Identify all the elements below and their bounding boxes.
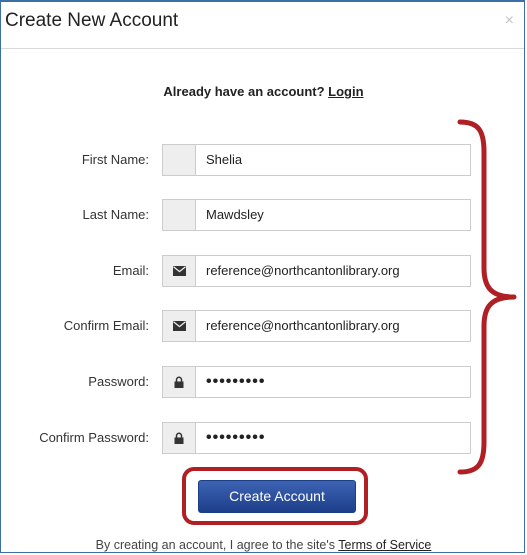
last-name-row: Last Name: Mawdsley	[1, 199, 526, 231]
login-prompt-text: Already have an account?	[163, 84, 325, 99]
dialog-header: Create New Account ×	[1, 2, 524, 49]
first-name-input[interactable]: Shelia	[195, 144, 471, 176]
first-name-row: First Name: Shelia	[1, 144, 526, 176]
confirm-email-row: Confirm Email: reference@northcantonlibr…	[1, 310, 526, 342]
email-row: Email: reference@northcantonlibrary.org	[1, 255, 526, 287]
dialog-title: Create New Account	[5, 10, 179, 31]
confirm-email-input[interactable]: reference@northcantonlibrary.org	[195, 310, 471, 342]
confirm-password-row: Confirm Password: •••••••••	[1, 422, 526, 454]
email-label: Email:	[112, 263, 149, 278]
login-link[interactable]: Login	[328, 84, 363, 99]
last-name-input[interactable]: Mawdsley	[195, 199, 471, 231]
email-input[interactable]: reference@northcantonlibrary.org	[195, 255, 471, 287]
lock-icon	[174, 376, 184, 388]
annotation-brace	[456, 118, 522, 476]
first-name-addon	[162, 144, 195, 176]
confirm-password-addon	[162, 422, 195, 454]
password-addon	[162, 366, 195, 398]
password-row: Password: •••••••••	[1, 366, 526, 398]
terms-prefix: By creating an account, I agree to the s…	[95, 538, 335, 552]
confirm-email-label: Confirm Email:	[63, 318, 149, 333]
confirm-password-input[interactable]: •••••••••	[195, 422, 471, 454]
login-prompt: Already have an account? Login	[1, 84, 526, 99]
password-label: Password:	[88, 374, 149, 389]
close-icon[interactable]: ×	[505, 12, 514, 30]
confirm-password-label: Confirm Password:	[39, 430, 149, 445]
envelope-icon	[172, 266, 186, 276]
terms-of-service-link[interactable]: Terms of Service	[338, 538, 431, 552]
last-name-label: Last Name:	[82, 207, 149, 222]
last-name-addon	[162, 199, 195, 231]
create-account-dialog: Create New Account × Already have an acc…	[0, 0, 525, 553]
terms-notice: By creating an account, I agree to the s…	[1, 538, 526, 552]
confirm-email-addon	[162, 310, 195, 342]
lock-icon	[174, 432, 184, 444]
password-input[interactable]: •••••••••	[195, 366, 471, 398]
first-name-label: First Name:	[81, 152, 149, 167]
email-addon	[162, 255, 195, 287]
envelope-icon	[172, 321, 186, 331]
create-account-button[interactable]: Create Account	[198, 480, 356, 513]
